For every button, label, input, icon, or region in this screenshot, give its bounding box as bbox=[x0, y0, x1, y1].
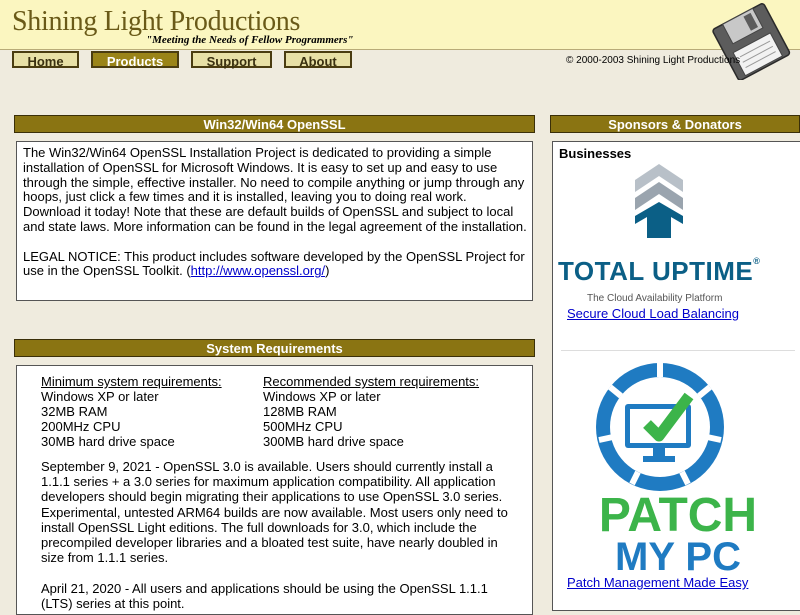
total-uptime-logo-text: TOTAL UPTIME® bbox=[558, 256, 761, 286]
requirement-item: Windows XP or later bbox=[263, 389, 381, 404]
requirement-item: 300MB hard drive space bbox=[263, 434, 404, 449]
sponsor-divider bbox=[561, 350, 795, 351]
requirement-item: 500MHz CPU bbox=[263, 419, 343, 434]
requirements-panel-header: System Requirements bbox=[14, 339, 535, 357]
nav-home-button[interactable]: Home bbox=[12, 51, 79, 69]
nav-about-button[interactable]: About bbox=[284, 51, 352, 69]
sponsors-panel-header: Sponsors & Donators bbox=[550, 115, 800, 133]
nav-support-button[interactable]: Support bbox=[191, 51, 272, 69]
total-uptime-logo-icon[interactable] bbox=[631, 162, 687, 240]
floppy-disk-icon bbox=[712, 3, 791, 80]
patch-management-link[interactable]: Patch Management Made Easy bbox=[567, 575, 748, 590]
legal-notice-text: LEGAL NOTICE: This product includes soft… bbox=[23, 248, 525, 279]
secure-cloud-load-balancing-link[interactable]: Secure Cloud Load Balancing bbox=[567, 306, 739, 321]
requirement-item: 200MHz CPU bbox=[41, 419, 121, 434]
openssl-intro-text: The Win32/Win64 OpenSSL Installation Pro… bbox=[23, 145, 527, 234]
nav-products-button[interactable]: Products bbox=[91, 51, 179, 69]
site-tagline: "Meeting the Needs of Fellow Programmers… bbox=[146, 34, 354, 46]
requirement-item: 128MB RAM bbox=[263, 404, 337, 419]
businesses-label: Businesses bbox=[559, 146, 632, 161]
openssl-panel-body: The Win32/Win64 OpenSSL Installation Pro… bbox=[16, 141, 533, 301]
patch-my-pc-logo-icon[interactable] bbox=[593, 360, 727, 494]
total-uptime-logo-subtitle: The Cloud Availability Platform bbox=[587, 293, 723, 304]
patch-my-pc-logo-line2: MY PC bbox=[615, 535, 741, 579]
requirements-panel-body: Minimum system requirements: Windows XP … bbox=[16, 365, 533, 615]
minimum-requirements-heading: Minimum system requirements: bbox=[41, 374, 222, 389]
requirement-item: 30MB hard drive space bbox=[41, 434, 175, 449]
news-item: September 9, 2021 - OpenSSL 3.0 is avail… bbox=[41, 459, 508, 566]
patch-my-pc-logo-line1: PATCH bbox=[598, 489, 758, 542]
recommended-requirements: Recommended system requirements: Windows… bbox=[263, 374, 479, 449]
sponsors-panel-body: Businesses TOTAL UPTIME® The Cloud Avail… bbox=[552, 141, 800, 611]
requirement-item: Windows XP or later bbox=[41, 389, 159, 404]
requirement-item: 32MB RAM bbox=[41, 404, 108, 419]
site-header: Shining Light Productions "Meeting the N… bbox=[0, 0, 800, 50]
minimum-requirements: Minimum system requirements: Windows XP … bbox=[41, 374, 222, 449]
news-item: April 21, 2020 - All users and applicati… bbox=[41, 580, 488, 611]
copyright-notice: © 2000-2003 Shining Light Productions bbox=[566, 55, 741, 66]
openssl-org-link[interactable]: http://www.openssl.org/ bbox=[191, 263, 325, 278]
openssl-panel-header: Win32/Win64 OpenSSL bbox=[14, 115, 535, 133]
recommended-requirements-heading: Recommended system requirements: bbox=[263, 374, 480, 389]
